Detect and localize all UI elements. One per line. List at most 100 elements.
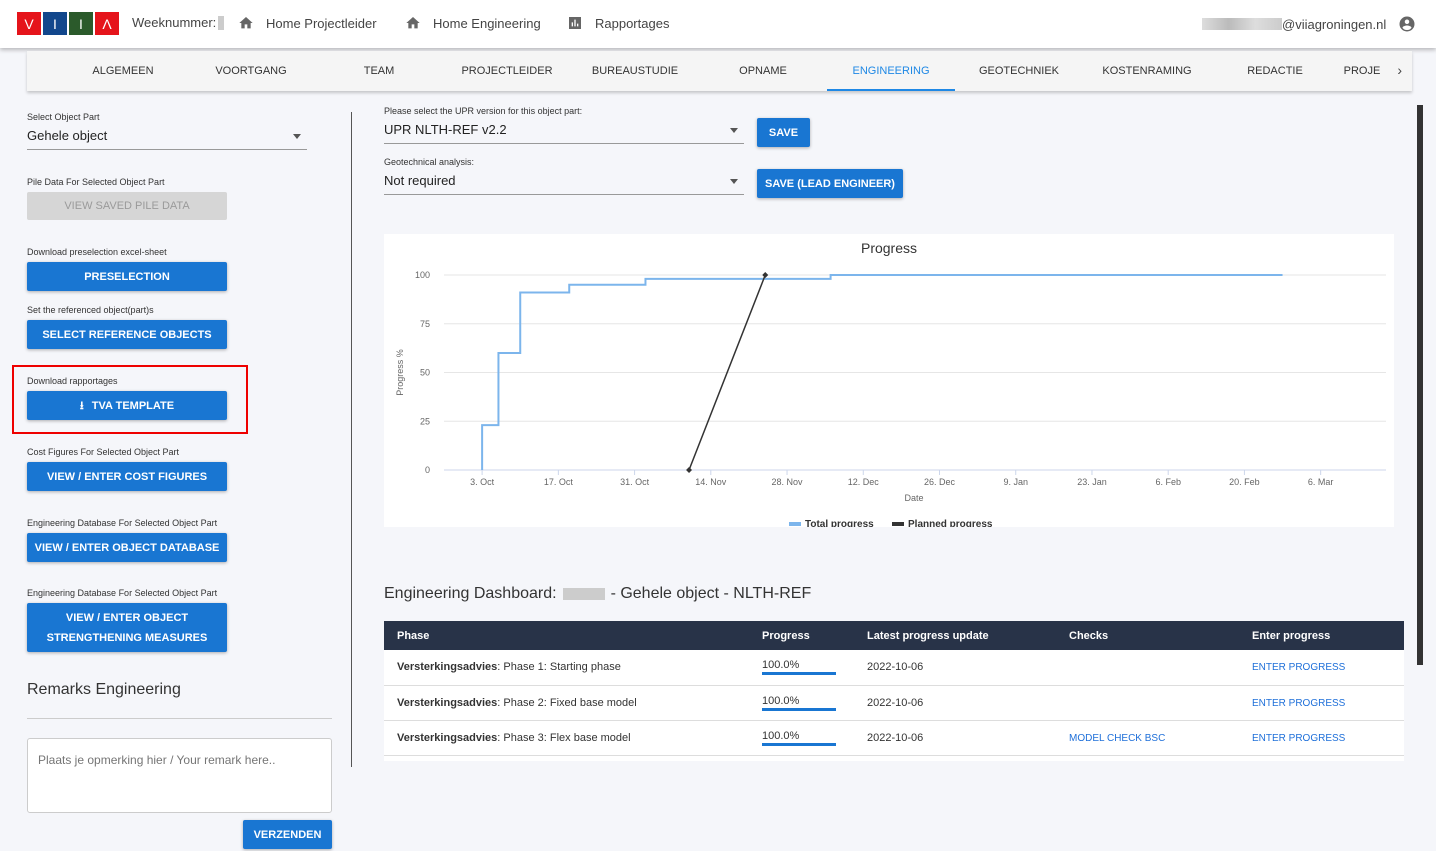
geotechnical-label: Geotechnical analysis:	[384, 157, 475, 167]
view-object-database-button[interactable]: VIEW / ENTER OBJECT DATABASE	[27, 533, 227, 562]
divider	[27, 718, 332, 719]
preselection-button[interactable]: PRESELECTION	[27, 262, 227, 291]
chevron-right-icon[interactable]: ›	[1397, 62, 1402, 78]
x-axis-label: Date	[904, 493, 923, 503]
table-row: Versterkingsadvies: Phase 1: Starting ph…	[384, 650, 1404, 686]
y-axis-label: Progress %	[395, 349, 405, 396]
select-reference-objects-button[interactable]: SELECT REFERENCE OBJECTS	[27, 320, 227, 349]
tva-template-button[interactable]: ⭳ TVA TEMPLATE	[27, 391, 227, 420]
legend-marker	[789, 522, 801, 526]
send-button[interactable]: VERZENDEN	[243, 820, 332, 849]
column-header: Progress	[749, 621, 854, 650]
title-suffix: - Gehele object - NLTH-REF	[610, 585, 812, 602]
user-menu[interactable]: @viiagroningen.nl	[1202, 15, 1416, 33]
view-strengthening-measures-button[interactable]: VIEW / ENTER OBJECT STRENGTHENING MEASURE…	[27, 603, 227, 652]
x-tick-label: 12. Dec	[848, 477, 880, 487]
progress-bar: 100.0%	[762, 695, 836, 711]
view-saved-pile-data-button[interactable]: VIEW SAVED PILE DATA	[27, 192, 227, 220]
nav-rapportages[interactable]: Rapportages	[567, 15, 669, 31]
dropdown-arrow-icon	[730, 128, 738, 137]
enter-progress-link[interactable]: ENTER PROGRESS	[1252, 733, 1345, 744]
checks-cell	[1056, 685, 1239, 721]
tab-geotechniek[interactable]: GEOTECHNIEK	[955, 51, 1083, 91]
button-label: TVA TEMPLATE	[91, 399, 175, 412]
tab-engineering[interactable]: ENGINEERING	[827, 51, 955, 91]
object-part-select[interactable]: Gehele object	[27, 128, 307, 150]
user-email: @viiagroningen.nl	[1282, 16, 1387, 32]
vertical-divider	[351, 112, 352, 767]
tab-projectleider[interactable]: PROJECTLEIDER	[443, 51, 571, 91]
geotechnical-select[interactable]: Not required	[384, 173, 744, 195]
data-point	[762, 272, 769, 278]
home-icon	[239, 17, 253, 29]
enter-progress-link[interactable]: ENTER PROGRESS	[1252, 698, 1345, 709]
progress-bar: 100.0%	[762, 659, 836, 676]
tab-team[interactable]: TEAM	[315, 51, 443, 91]
enter-progress-link[interactable]: ENTER PROGRESS	[1252, 662, 1345, 673]
x-tick-label: 23. Jan	[1077, 477, 1107, 487]
scrollbar[interactable]	[1417, 105, 1423, 665]
button-label: STRENGTHENING MEASURES	[46, 631, 208, 644]
logo-letter: I	[69, 12, 93, 35]
x-tick-label: 31. Oct	[620, 477, 650, 487]
tab-opname[interactable]: OPNAME	[699, 51, 827, 91]
account-icon[interactable]	[1398, 15, 1416, 33]
select-object-part-label: Select Object Part	[27, 112, 100, 122]
progress-cell: 100.0%	[749, 720, 854, 756]
nav-home-projectleider[interactable]: Home Projectleider	[238, 15, 377, 31]
dropdown-arrow-icon	[730, 179, 738, 188]
logo-letter: I	[43, 12, 67, 35]
progress-chart: Progress 0 25 50 75 100 3. Oct 17. Oct 31. Oct 14…	[384, 234, 1394, 527]
nav-home-engineering[interactable]: Home Engineering	[405, 15, 541, 31]
table-row: Versterkingsadvies: Phase 3: Flex base m…	[384, 720, 1404, 756]
nav-label: Home Projectleider	[266, 15, 377, 31]
object-name-redacted	[562, 588, 605, 600]
upr-select[interactable]: UPR NLTH-REF v2.2	[384, 122, 744, 144]
title-prefix: Engineering Dashboard:	[384, 585, 557, 602]
remarks-title: Remarks Engineering	[27, 681, 181, 698]
engineering-database-label: Engineering Database For Selected Object…	[27, 518, 218, 528]
nav-label: Home Engineering	[433, 15, 541, 31]
x-tick-label: 28. Nov	[772, 477, 804, 487]
download-icon: ⭳	[79, 399, 84, 412]
progress-cell: 100.0%	[749, 650, 854, 686]
nav-label: Rapportages	[595, 15, 670, 31]
dashboard-table: Phase Progress Latest progress update Check…	[384, 621, 1404, 761]
tab-bureaustudie[interactable]: BUREAUSTUDIE	[571, 51, 699, 91]
x-tick-label: 6. Feb	[1155, 477, 1181, 487]
tab-voortgang[interactable]: VOORTGANG	[187, 51, 315, 91]
column-header: Enter progress	[1239, 621, 1404, 650]
viia-logo[interactable]: VIIΛ	[17, 12, 119, 35]
bar-chart-icon	[569, 17, 581, 29]
chart-title: Progress	[861, 240, 917, 256]
x-tick-label: 9. Jan	[1003, 477, 1028, 487]
x-tick-label: 14. Nov	[695, 477, 727, 487]
table-row	[384, 755, 1404, 761]
tab-bar: ALGEMEEN VOORTGANG TEAM PROJECTLEIDER BUREAU…	[27, 51, 1412, 91]
top-bar: VIIΛ Weeknummer: Home Projectleider Home…	[0, 0, 1436, 48]
x-tick-label: 3. Oct	[470, 477, 495, 487]
model-check-link[interactable]: MODEL CHECK BSC	[1069, 733, 1165, 744]
y-tick-label: 25	[420, 416, 430, 426]
progress-bar: 100.0%	[762, 730, 836, 746]
phase-group: Versterkingsadvies	[397, 731, 498, 744]
save-lead-engineer-button[interactable]: SAVE (LEAD ENGINEER)	[757, 169, 903, 198]
checks-cell	[1056, 650, 1239, 686]
checks-cell: MODEL CHECK BSC	[1056, 720, 1239, 756]
tab-kostenraming[interactable]: KOSTENRAMING	[1083, 51, 1211, 91]
progress-chart-svg: Progress 0 25 50 75 100 3. Oct 17. Oct 31. Oct 14…	[395, 240, 1386, 527]
view-cost-figures-button[interactable]: VIEW / ENTER COST FIGURES	[27, 462, 227, 491]
phase-name: : Phase 3: Flex base model	[497, 731, 631, 744]
legend-marker	[892, 522, 904, 526]
tab-proje[interactable]: PROJE	[1317, 51, 1407, 91]
week-value-redacted	[218, 15, 225, 30]
date-cell: 2022-10-06	[854, 650, 1056, 686]
legend-label: Planned progress	[908, 519, 993, 527]
save-button[interactable]: SAVE	[757, 118, 810, 147]
home-icon	[406, 17, 420, 29]
remarks-textarea[interactable]	[27, 738, 332, 813]
tab-algemeen[interactable]: ALGEMEEN	[59, 51, 187, 91]
pile-data-label: Pile Data For Selected Object Part	[27, 177, 165, 187]
phase-name: : Phase 1: Starting phase	[497, 661, 621, 674]
week-label: Weeknummer:	[132, 15, 217, 30]
